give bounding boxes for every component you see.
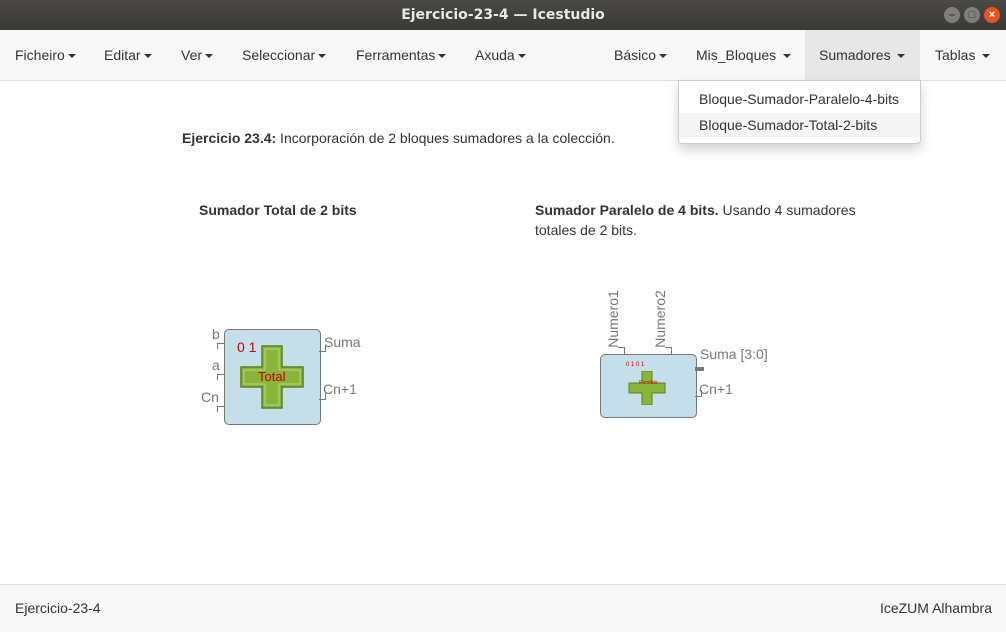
status-project-name: Ejercicio-23-4 (15, 600, 101, 616)
pin-numero1-line (624, 347, 625, 354)
caret-down-icon (659, 54, 668, 59)
paralelo-icon-digits: 0 1 0 1 (626, 362, 645, 368)
caret-down-icon (318, 54, 327, 59)
design-canvas[interactable]: Ejercicio 23.4: Incorporación de 2 bloqu… (0, 81, 1006, 584)
pin-numero2-line (671, 347, 672, 354)
menu-seleccionar[interactable]: Seleccionar (242, 30, 327, 80)
caret-down-icon (897, 54, 906, 59)
menu-axuda[interactable]: Axuda (475, 30, 526, 80)
statusbar: Ejercicio-23-4 IceZUM Alhambra (0, 584, 1006, 632)
caret-down-icon (143, 54, 152, 59)
pin-a-label: a (212, 357, 220, 373)
pin-a-tick (217, 374, 218, 380)
menu-sumadores[interactable]: Sumadores (805, 30, 920, 80)
pin-b-line (217, 343, 224, 344)
caret-down-icon (438, 54, 447, 59)
maximize-button[interactable]: □ (964, 7, 980, 23)
pin-cn-tick (217, 406, 218, 412)
pin-suma-label: Suma (324, 334, 361, 350)
pin-cn-label: Cn (201, 389, 219, 405)
minimize-button[interactable]: – (944, 7, 960, 23)
pin-cn1-label: Cn+1 (323, 381, 357, 397)
total-heading: Sumador Total de 2 bits (199, 202, 357, 218)
close-button[interactable]: × (984, 7, 1000, 23)
plus-icon (628, 371, 666, 405)
total-icon-digits: 0 1 (237, 339, 257, 355)
status-board-name[interactable]: IceZUM Alhambra (880, 585, 992, 632)
pin-suma-bus-line (695, 367, 704, 371)
paralelo-description: Sumador Paralelo de 4 bits. Usando 4 sum… (535, 202, 856, 238)
pin-b-label: b (212, 326, 220, 342)
pin-suma-line (319, 351, 326, 352)
pin-a-line (217, 374, 224, 375)
pin-numero1-label: Numero1 (605, 290, 621, 348)
dropdown-item-paralelo-4-bits[interactable]: Bloque-Sumador-Paralelo-4-bits (679, 87, 920, 111)
total-icon-label: Total (258, 369, 286, 384)
menu-editar[interactable]: Editar (104, 30, 152, 80)
pin-suma-bus-label: Suma [3:0] (700, 346, 768, 362)
dropdown-item-total-2-bits[interactable]: Bloque-Sumador-Total-2-bits (679, 113, 920, 137)
caret-down-icon (783, 54, 792, 59)
pin-numero2-label: Numero2 (652, 290, 668, 348)
sumadores-dropdown: Bloque-Sumador-Paralelo-4-bits Bloque-Su… (678, 80, 921, 144)
menu-ficheiro[interactable]: Ficheiro (15, 30, 76, 80)
intro-text: Ejercicio 23.4: Incorporación de 2 bloqu… (182, 130, 615, 146)
pin-b-tick (217, 343, 218, 349)
menubar: Ficheiro Editar Ver Seleccionar Ferramen… (0, 30, 1006, 81)
caret-down-icon (517, 54, 526, 59)
pin-cn1-line (319, 399, 326, 400)
menu-basico[interactable]: Básico (614, 30, 668, 80)
pin-paralelo-cn1-label: Cn+1 (699, 381, 733, 397)
menu-tablas[interactable]: Tablas (935, 30, 991, 80)
menu-ferramentas[interactable]: Ferramentas (356, 30, 447, 80)
caret-down-icon (67, 54, 76, 59)
menu-mis-bloques[interactable]: Mis_Bloques (696, 30, 792, 80)
window-title: Ejercicio-23-4 — Icestudio (401, 7, 605, 23)
caret-down-icon (982, 54, 991, 59)
window-titlebar: Ejercicio-23-4 — Icestudio – □ × (0, 0, 1006, 30)
caret-down-icon (205, 54, 214, 59)
paralelo-icon-label: Paralelo (639, 380, 658, 386)
menu-ver[interactable]: Ver (181, 30, 214, 80)
pin-cn-line (217, 406, 224, 407)
